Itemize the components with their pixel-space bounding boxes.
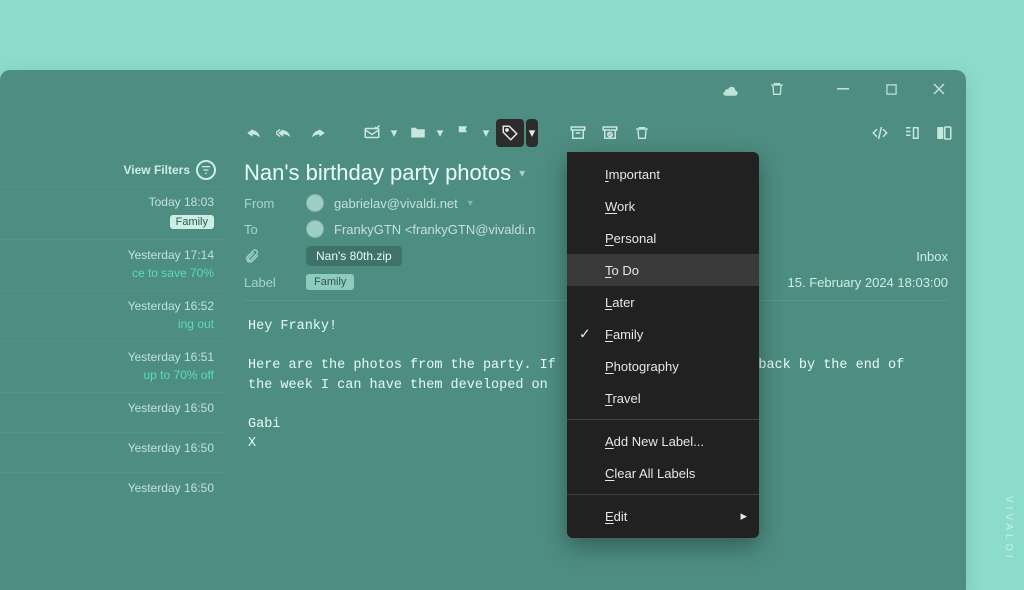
attachment-chip[interactable]: Nan's 80th.zip <box>306 246 402 266</box>
layout-button[interactable] <box>930 119 958 147</box>
reply-all-button[interactable] <box>272 119 300 147</box>
label-menu-item[interactable]: Clear All Labels <box>567 457 759 489</box>
submenu-arrow-icon: ▸ <box>740 508 747 524</box>
sync-icon[interactable] <box>708 74 750 104</box>
flag-button[interactable] <box>450 119 478 147</box>
label-menu: ImportantWorkPersonalTo DoLater✓FamilyPh… <box>567 152 759 538</box>
titlebar <box>696 70 966 108</box>
message-list: View Filters Today 18:03 Family Yesterday … <box>0 154 226 590</box>
mark-read-button[interactable] <box>358 119 386 147</box>
view-source-button[interactable] <box>866 119 894 147</box>
mail-toolbar: ▾ ▾ ▾ ▾ <box>240 116 958 150</box>
label-menu-item[interactable]: Later <box>567 286 759 318</box>
label-menu-item[interactable]: Travel <box>567 382 759 414</box>
view-filters-label: View Filters <box>124 163 190 177</box>
label-menu-item[interactable]: Personal <box>567 222 759 254</box>
avatar <box>306 194 324 212</box>
message-time: Yesterday 17:14 <box>8 248 214 262</box>
move-to-button[interactable] <box>404 119 432 147</box>
from-label: From <box>244 196 296 211</box>
flag-dropdown-icon[interactable]: ▾ <box>480 119 492 147</box>
label-label: Label <box>244 275 296 290</box>
avatar <box>306 220 324 238</box>
move-to-dropdown-icon[interactable]: ▾ <box>434 119 446 147</box>
message-time: Yesterday 16:51 <box>8 350 214 364</box>
label-menu-item[interactable]: Work <box>567 190 759 222</box>
message-list-item[interactable]: Yesterday 17:14 ce to save 70% <box>0 239 226 290</box>
label-dropdown-icon[interactable]: ▾ <box>526 119 538 147</box>
message-snippet: ing out <box>8 317 214 331</box>
minimize-button[interactable] <box>822 74 864 104</box>
label-chip[interactable]: Family <box>306 274 354 290</box>
message-snippet: up to 70% off <box>8 368 214 382</box>
filter-icon <box>196 160 216 180</box>
message-list-item[interactable]: Today 18:03 Family <box>0 186 226 239</box>
message-list-item[interactable]: Yesterday 16:50 <box>0 392 226 432</box>
chevron-down-icon[interactable]: ▾ <box>468 198 473 209</box>
label-menu-item[interactable]: ✓Family <box>567 318 759 350</box>
message-time: Yesterday 16:50 <box>8 441 214 455</box>
mark-read-dropdown-icon[interactable]: ▾ <box>388 119 400 147</box>
message-time: Yesterday 16:50 <box>8 401 214 415</box>
maximize-button[interactable] <box>870 74 912 104</box>
label-button[interactable] <box>496 119 524 147</box>
to-value: FrankyGTN <frankyGTN@vivaldi.n <box>334 222 535 237</box>
reply-button[interactable] <box>240 119 268 147</box>
close-button[interactable] <box>918 74 960 104</box>
mail-window: ▾ ▾ ▾ ▾ View Filters <box>0 70 966 590</box>
delete-button[interactable] <box>628 119 656 147</box>
to-label: To <box>244 222 296 237</box>
brand-watermark: VIVALDI <box>1003 496 1014 562</box>
label-menu-item[interactable]: To Do <box>567 254 759 286</box>
spam-button[interactable] <box>596 119 624 147</box>
folder-name: Inbox <box>916 249 948 264</box>
attachment-icon <box>244 248 296 264</box>
message-list-item[interactable]: Yesterday 16:51 up to 70% off <box>0 341 226 392</box>
message-list-item[interactable]: Yesterday 16:50 <box>0 432 226 472</box>
message-date: 15. February 2024 18:03:00 <box>788 275 948 290</box>
forward-button[interactable] <box>304 119 332 147</box>
message-time: Yesterday 16:52 <box>8 299 214 313</box>
view-filters-button[interactable]: View Filters <box>0 154 226 186</box>
label-menu-item[interactable]: Add New Label... <box>567 425 759 457</box>
label-menu-item[interactable]: Photography <box>567 350 759 382</box>
message-time: Yesterday 16:50 <box>8 481 214 495</box>
message-list-item[interactable]: Yesterday 16:50 <box>0 472 226 512</box>
label-menu-item[interactable]: Edit▸ <box>567 500 759 532</box>
from-value: gabrielav@vivaldi.net <box>334 196 458 211</box>
check-icon: ✓ <box>579 326 591 343</box>
label-menu-item[interactable]: Important <box>567 158 759 190</box>
thread-view-button[interactable] <box>898 119 926 147</box>
archive-button[interactable] <box>564 119 592 147</box>
trash-titlebar-icon[interactable] <box>756 74 798 104</box>
message-list-item[interactable]: Yesterday 16:52 ing out <box>0 290 226 341</box>
message-time: Today 18:03 <box>8 195 214 209</box>
message-tag: Family <box>170 215 214 229</box>
chevron-down-icon[interactable]: ▾ <box>519 166 525 180</box>
message-snippet: ce to save 70% <box>8 266 214 280</box>
